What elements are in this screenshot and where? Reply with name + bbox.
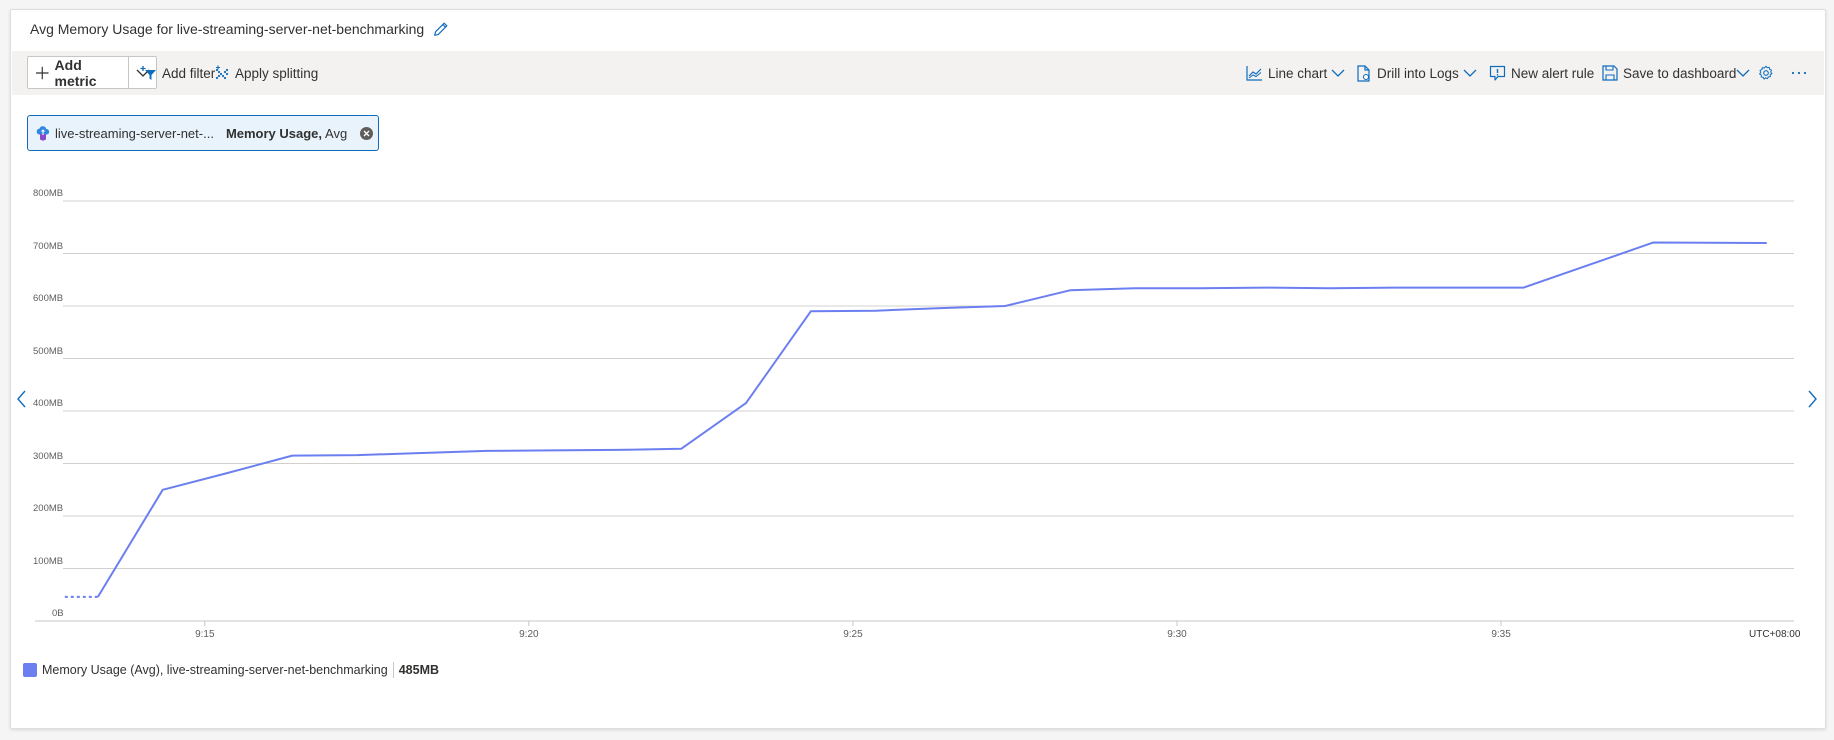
legend-color-swatch [23,663,37,677]
y-tick-label: 800MB [33,188,64,199]
legend-separator [392,662,394,678]
y-tick-label: 100MB [33,555,64,567]
y-tick-label: 500MB [33,345,64,357]
legend-label: Memory Usage (Avg), live-streaming-serve… [42,663,388,677]
y-tick-label: 400MB [33,398,64,409]
y-tick-label: 300MB [33,450,64,462]
x-tick-label: 9:15 [195,629,215,640]
legend-value: 485MB [398,663,440,677]
x-tick-label: 9:20 [519,629,539,640]
y-tick-label: 200MB [33,503,64,514]
chart-legend[interactable]: Memory Usage (Avg), live-streaming-serve… [23,662,439,678]
chevron-right-icon[interactable] [1805,389,1819,409]
line-chart [35,200,1794,626]
chevron-left-icon[interactable] [15,389,29,409]
x-tick-label: 9:25 [843,629,863,640]
y-tick-label: 700MB [33,240,64,252]
series-line [97,241,1767,598]
y-tick-label: 0B [52,608,64,619]
x-tick-label: 9:35 [1491,629,1511,640]
x-tick-label: 9:30 [1167,629,1187,640]
timezone-label: UTC+08:00 [1749,629,1801,640]
y-tick-label: 600MB [33,293,64,304]
